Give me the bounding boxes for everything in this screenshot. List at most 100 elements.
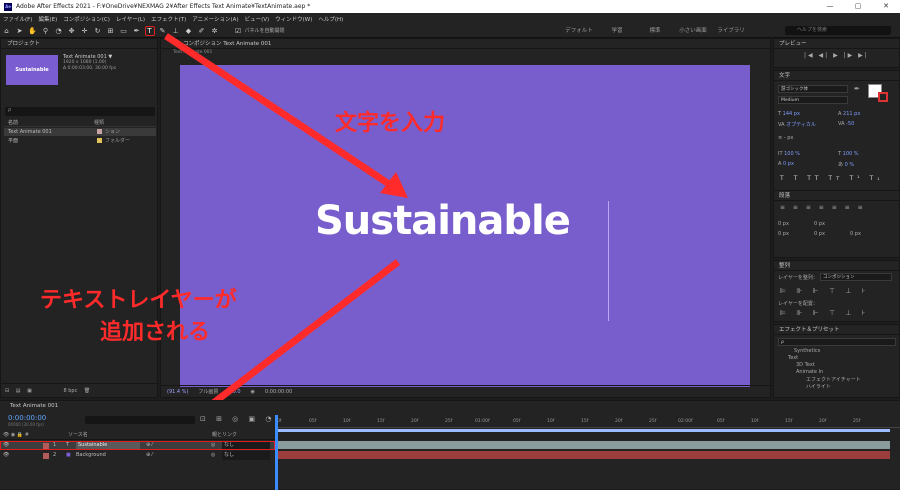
paragraph-panel: 段落 ≡ ≡ ≡ ≡ ≡ ≡ ≡ 0 px 0 px 0 px 0 px 0 p… [773,190,900,258]
ruler-tick: 15f [785,419,793,424]
superscript-button[interactable]: T¹ [849,175,863,182]
annotation-layer-added-1: テキストレイヤーが [40,288,237,313]
col-switches-icons: 👁 ◉ 🔒 # [3,432,29,438]
effects-tree-item[interactable]: ハイライト [806,383,831,390]
timeline-frames: 00000 (30.00 fps) [8,422,44,427]
space-after-value[interactable]: 0 px [850,231,861,237]
indent-left-value[interactable]: 0 px [778,221,789,227]
timeline-switch-icons[interactable]: ⊡ ⊞ ◎ ▣ ◔ [200,415,275,423]
ruler-tick: 25f [649,419,657,424]
timeline-column-header: 👁 ◉ 🔒 # ソース名 親とリンク [0,431,275,440]
annotation-layer-added-2: 追加される [100,320,211,345]
ruler-tick: 25f [445,419,453,424]
effects-tree-item[interactable]: エフェクトアイチャート [806,376,861,383]
annotation-input-text: 文字を入力 [335,111,446,136]
tracking-value[interactable]: -50 [846,121,854,127]
small-caps-button[interactable]: Tт [828,175,843,182]
effects-tree-item[interactable]: 3D Text [796,362,815,368]
tracking-row: VA -50 [838,121,854,127]
distribute-label: レイヤーを配置： [778,301,818,307]
layer-switches[interactable]: ⊕ ⁄ [146,451,153,460]
distribute-buttons[interactable]: ⊫ ⊪ ⊩ ⊤ ⊥ ⊦ [780,309,869,317]
effects-presets-panel: エフェクト＆プリセット ρ Synthetics Text 3D Text An… [773,324,900,398]
hscale-icon: T [838,151,842,157]
tsume-value[interactable]: 0 % [845,162,855,168]
ruler-tick: 02:00f [678,419,693,424]
timeline-tab[interactable]: Text Animate 001 [0,401,900,411]
faux-italic-button[interactable]: T [794,175,802,182]
timeline-search-input[interactable] [85,416,195,424]
baseline-icon: A [778,161,782,167]
kerning-icon: VA [778,122,785,128]
layer-duration-bar[interactable] [277,441,890,449]
parent-dropdown[interactable]: なし [222,451,270,460]
ruler-tick: 01:00f [475,419,490,424]
ruler-tick: 10f [343,419,351,424]
paragraph-panel-title[interactable]: 段落 [774,191,899,201]
col-parent[interactable]: 親とリンク [212,431,237,440]
align-to-label: レイヤーを整列： [778,275,818,281]
effects-panel-title[interactable]: エフェクト＆プリセット [774,325,899,335]
subscript-button[interactable]: T₁ [869,175,883,182]
layer-label-color[interactable] [43,452,49,459]
time-ruler[interactable]: 0f 05f 10f 15f 20f 25f 01:00f 05f 10f 15… [275,418,900,428]
effects-tree-item[interactable]: Animate In [796,369,823,375]
faux-bold-button[interactable]: T [780,175,788,182]
font-size-row: T 144 px [778,111,800,117]
ruler-tick: 20f [615,419,623,424]
text-style-buttons: T T TT Tт T¹ T₁ [780,175,884,182]
font-size-value[interactable]: 144 px [783,111,800,117]
tracking-icon: VA [838,121,845,127]
layer-number: 2 [53,452,57,458]
stroke-width-value[interactable]: - px [784,135,794,141]
kerning-value[interactable]: オプティカル [786,122,816,128]
timeline-timecode[interactable]: 0:00:00:00 [8,414,46,422]
ruler-tick: 05f [717,419,725,424]
col-source-name[interactable]: ソース名 [68,431,88,440]
character-panel-title[interactable]: 文字 [774,71,899,81]
align-panel: 整列 レイヤーを整列： コンポジション ⊫ ⊪ ⊩ ⊤ ⊥ ⊦ レイヤーを配置：… [773,260,900,322]
stroke-color-swatch[interactable] [878,92,888,102]
align-panel-title[interactable]: 整列 [774,261,899,271]
ruler-tick: 05f [513,419,521,424]
hscale-row: T 100 % [838,151,859,157]
font-family-dropdown[interactable]: 游ゴシック体 [778,85,848,93]
font-style-dropdown[interactable]: Medium [778,96,848,104]
preview-panel-title[interactable]: プレビュー [774,39,899,49]
space-before-value[interactable]: 0 px [814,231,825,237]
font-size-icon: T [778,111,782,117]
ruler-tick: 20f [819,419,827,424]
timeline-panel: Text Animate 001 0:00:00:00 00000 (30.00… [0,400,900,490]
playhead[interactable] [275,415,278,490]
tsume-row: あ 0 % [838,161,854,168]
stroke-width-icon: ≡ [778,135,783,141]
ruler-tick: 25f [853,419,861,424]
effects-search-input[interactable]: ρ [778,338,896,346]
eyedropper-icon[interactable]: ✒ [854,85,860,93]
parent-pickwhip-icon[interactable]: ◎ [211,451,215,460]
align-layer-buttons[interactable]: ⊫ ⊪ ⊩ ⊤ ⊥ ⊦ [780,287,869,295]
indent-first-value[interactable]: 0 px [778,231,789,237]
playback-controls[interactable]: |◀ ◀| ▶ |▶ ▶| [804,52,869,59]
align-buttons[interactable]: ≡ ≡ ≡ ≡ ≡ ≡ ≡ [780,204,866,211]
vscale-icon: IT [778,151,783,157]
leading-value[interactable]: 211 px [843,111,860,117]
all-caps-button[interactable]: TT [807,175,822,182]
layer-duration-bar[interactable] [277,451,890,459]
baseline-row: A 0 px [778,161,794,167]
indent-right-value[interactable]: 0 px [814,221,825,227]
layer-name[interactable]: Background [76,451,106,460]
ruler-tick: 10f [547,419,555,424]
vscale-value[interactable]: 100 % [784,151,800,157]
tsume-icon: あ [838,162,844,168]
timeline-layer-row[interactable]: 👁 2 ■ Background ⊕ ⁄ ◎ なし [0,451,275,460]
hscale-value[interactable]: 100 % [843,151,859,157]
baseline-value[interactable]: 0 px [783,161,794,167]
effects-tree-item[interactable]: Synthetics [794,348,820,354]
align-to-dropdown[interactable]: コンポジション [820,273,892,281]
visibility-icon[interactable]: 👁 [3,451,9,460]
work-area-bar[interactable] [276,429,890,432]
ruler-tick: 10f [751,419,759,424]
effects-tree-item[interactable]: Text [788,355,798,361]
leading-icon: A [838,111,842,117]
